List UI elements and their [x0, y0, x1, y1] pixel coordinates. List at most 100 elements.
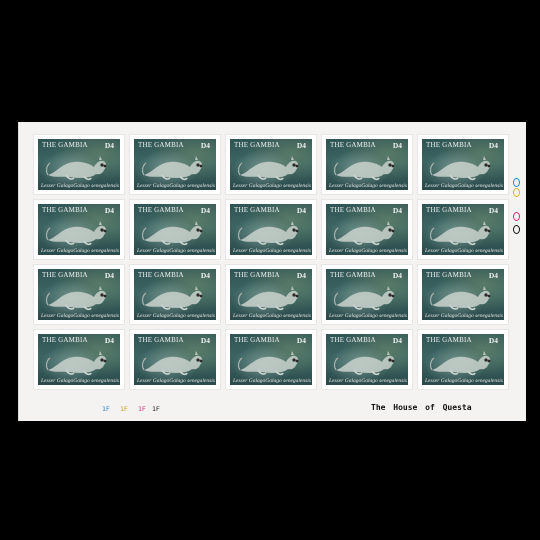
stamp-design: THE GAMBIA D4 Lesser Galago Galago seneg… — [134, 204, 216, 255]
stamp-caption: Lesser Galago Galago senegalensis — [425, 313, 503, 319]
stamp-design: THE GAMBIA D4 Lesser Galago Galago seneg… — [326, 204, 408, 255]
stamp-design: THE GAMBIA D4 Lesser Galago Galago seneg… — [230, 334, 312, 385]
stamp-value: D4 — [488, 206, 498, 215]
stamp-design: THE GAMBIA D4 Lesser Galago Galago seneg… — [230, 269, 312, 320]
stamp-country: THE GAMBIA — [42, 336, 88, 344]
plate-number-magenta: 1F — [138, 405, 146, 413]
stamp-caption: Lesser Galago Galago senegalensis — [137, 313, 215, 319]
stamp-common-name: Lesser Galago — [329, 248, 362, 254]
galago-illustration — [142, 221, 203, 246]
stamp-country: THE GAMBIA — [330, 271, 376, 279]
stamp-value: D4 — [104, 336, 114, 345]
stamp-country: THE GAMBIA — [138, 336, 184, 344]
stamp-design: THE GAMBIA D4 Lesser Galago Galago seneg… — [230, 139, 312, 190]
stamp-country: THE GAMBIA — [234, 141, 280, 149]
stamp-caption: Lesser Galago Galago senegalensis — [329, 378, 407, 384]
stamp-value: D4 — [296, 271, 306, 280]
stamp-common-name: Lesser Galago — [41, 313, 74, 319]
stamp-caption: Lesser Galago Galago senegalensis — [41, 313, 119, 319]
stamp-common-name: Lesser Galago — [137, 313, 170, 319]
stamp: THE GAMBIA D4 Lesser Galago Galago seneg… — [33, 134, 125, 195]
stamp-value: D4 — [200, 271, 210, 280]
galago-illustration — [334, 351, 395, 376]
stamp: THE GAMBIA D4 Lesser Galago Galago seneg… — [33, 329, 125, 390]
plate-number-yellow: 1F — [120, 405, 128, 413]
stamp-common-name: Lesser Galago — [425, 378, 458, 384]
stamp-caption: Lesser Galago Galago senegalensis — [329, 183, 407, 189]
stamp-country: THE GAMBIA — [42, 206, 88, 214]
stamp-scientific-name: Galago senegalensis — [169, 248, 215, 254]
stamp-value: D4 — [200, 141, 210, 150]
stamp-scientific-name: Galago senegalensis — [361, 313, 407, 319]
galago-illustration — [46, 156, 107, 181]
stamp-value: D4 — [200, 206, 210, 215]
stamp-sheet: THE GAMBIA D4 Lesser Galago Galago seneg… — [18, 122, 526, 421]
stamp-value: D4 — [488, 336, 498, 345]
galago-illustration — [238, 286, 299, 311]
stamp-design: THE GAMBIA D4 Lesser Galago Galago seneg… — [422, 334, 504, 385]
stamp-grid: THE GAMBIA D4 Lesser Galago Galago seneg… — [33, 134, 509, 390]
stamp-design: THE GAMBIA D4 Lesser Galago Galago seneg… — [38, 334, 120, 385]
plate-number-cyan: 1F — [102, 405, 110, 413]
stamp-common-name: Lesser Galago — [41, 248, 74, 254]
stamp-caption: Lesser Galago Galago senegalensis — [233, 248, 311, 254]
stamp-design: THE GAMBIA D4 Lesser Galago Galago seneg… — [422, 269, 504, 320]
stamp-value: D4 — [488, 141, 498, 150]
stamp: THE GAMBIA D4 Lesser Galago Galago seneg… — [321, 134, 413, 195]
stamp-scientific-name: Galago senegalensis — [73, 248, 119, 254]
stamp-common-name: Lesser Galago — [233, 313, 266, 319]
stamp-design: THE GAMBIA D4 Lesser Galago Galago seneg… — [38, 139, 120, 190]
stamp-value: D4 — [392, 336, 402, 345]
galago-illustration — [430, 221, 491, 246]
stamp: THE GAMBIA D4 Lesser Galago Galago seneg… — [225, 329, 317, 390]
stamp: THE GAMBIA D4 Lesser Galago Galago seneg… — [129, 134, 221, 195]
stamp-common-name: Lesser Galago — [137, 248, 170, 254]
traffic-light-yellow — [513, 188, 520, 197]
stamp-scientific-name: Galago senegalensis — [265, 378, 311, 384]
stamp-caption: Lesser Galago Galago senegalensis — [41, 378, 119, 384]
stamp-scientific-name: Galago senegalensis — [169, 183, 215, 189]
stamp: THE GAMBIA D4 Lesser Galago Galago seneg… — [33, 199, 125, 260]
stamp-design: THE GAMBIA D4 Lesser Galago Galago seneg… — [230, 204, 312, 255]
stamp-design: THE GAMBIA D4 Lesser Galago Galago seneg… — [134, 139, 216, 190]
stamp-design: THE GAMBIA D4 Lesser Galago Galago seneg… — [422, 139, 504, 190]
stamp-scientific-name: Galago senegalensis — [457, 378, 503, 384]
stamp-country: THE GAMBIA — [330, 336, 376, 344]
stamp-value: D4 — [104, 206, 114, 215]
stamp-caption: Lesser Galago Galago senegalensis — [137, 248, 215, 254]
stamp-country: THE GAMBIA — [42, 271, 88, 279]
stamp: THE GAMBIA D4 Lesser Galago Galago seneg… — [417, 134, 509, 195]
stamp-scientific-name: Galago senegalensis — [457, 313, 503, 319]
stamp-scientific-name: Galago senegalensis — [265, 183, 311, 189]
stamp-common-name: Lesser Galago — [425, 248, 458, 254]
stamp-value: D4 — [296, 336, 306, 345]
stamp-country: THE GAMBIA — [234, 336, 280, 344]
galago-illustration — [238, 351, 299, 376]
stamp: THE GAMBIA D4 Lesser Galago Galago seneg… — [417, 264, 509, 325]
stamp-country: THE GAMBIA — [426, 336, 472, 344]
stamp-common-name: Lesser Galago — [41, 183, 74, 189]
stamp-value: D4 — [392, 271, 402, 280]
stamp-caption: Lesser Galago Galago senegalensis — [425, 248, 503, 254]
stamp-country: THE GAMBIA — [138, 141, 184, 149]
stamp-common-name: Lesser Galago — [137, 378, 170, 384]
stamp-country: THE GAMBIA — [426, 206, 472, 214]
stamp-design: THE GAMBIA D4 Lesser Galago Galago seneg… — [326, 334, 408, 385]
stamp: THE GAMBIA D4 Lesser Galago Galago seneg… — [321, 329, 413, 390]
stamp-scientific-name: Galago senegalensis — [265, 313, 311, 319]
galago-illustration — [46, 221, 107, 246]
stamp-design: THE GAMBIA D4 Lesser Galago Galago seneg… — [38, 204, 120, 255]
stamp-scientific-name: Galago senegalensis — [73, 313, 119, 319]
stamp-caption: Lesser Galago Galago senegalensis — [329, 313, 407, 319]
stamp-design: THE GAMBIA D4 Lesser Galago Galago seneg… — [326, 139, 408, 190]
stamp-scientific-name: Galago senegalensis — [73, 183, 119, 189]
printer-imprint: The House of Questa — [371, 403, 472, 412]
stamp-scientific-name: Galago senegalensis — [265, 248, 311, 254]
stamp-scientific-name: Galago senegalensis — [457, 248, 503, 254]
stamp: THE GAMBIA D4 Lesser Galago Galago seneg… — [321, 199, 413, 260]
stamp-country: THE GAMBIA — [138, 271, 184, 279]
stamp-caption: Lesser Galago Galago senegalensis — [137, 378, 215, 384]
galago-illustration — [46, 351, 107, 376]
plate-number-black: 1F — [152, 405, 160, 413]
galago-illustration — [238, 156, 299, 181]
